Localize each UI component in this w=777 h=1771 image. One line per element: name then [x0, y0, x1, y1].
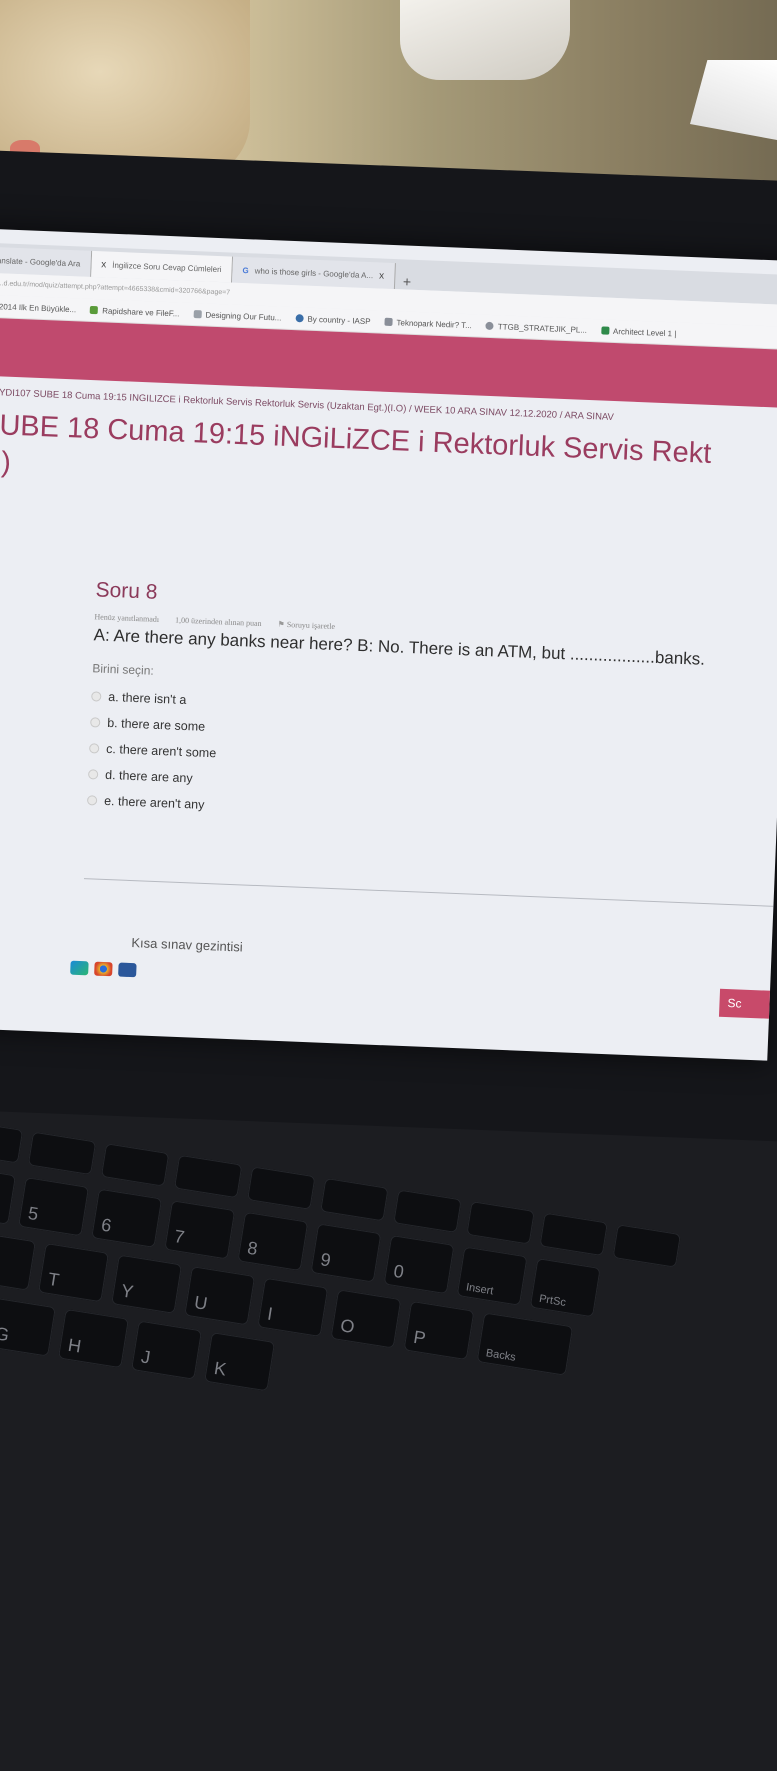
bookmark-item[interactable]: Teknopark Nedir? T... [384, 317, 472, 330]
next-page-button[interactable]: Sc [718, 988, 777, 1020]
bookmark-label: By country - IASP [307, 314, 371, 326]
keyboard-key: 6 [91, 1188, 163, 1248]
radio-button[interactable] [89, 743, 100, 754]
flag-label: Soruyu işaretle [286, 620, 336, 631]
keyboard-key: 5 [18, 1177, 90, 1237]
keyboard-key [539, 1212, 608, 1257]
bookmark-icon [600, 326, 610, 335]
keyboard-key [27, 1131, 97, 1176]
browser-tab[interactable]: x Translate - Google'da Ara [0, 245, 92, 277]
keyboard-key: K [204, 1332, 276, 1392]
question-block: Soru 8 Henüz yanıtlanmadı 1,00 üzerinden… [86, 578, 756, 839]
divider [83, 878, 777, 908]
keyboard-key: J [131, 1320, 203, 1380]
bookmark-item[interactable]: Rapidshare ve FileF... [90, 305, 180, 318]
bookmark-item[interactable]: By country - IASP [295, 314, 371, 326]
word-icon[interactable] [118, 962, 137, 978]
option-label: c. there aren't some [105, 741, 217, 761]
keyboard-key [466, 1201, 535, 1245]
tab-label: İngilizce Soru Cevap Cümleleri [112, 260, 222, 274]
keyboard-key: Backs [476, 1312, 574, 1376]
bookmark-label: TTGB_STRATEJIK_PL... [497, 321, 588, 335]
bookmark-icon [90, 305, 99, 315]
keyboard-key [0, 1120, 24, 1164]
tab-label: who is those girls - Google'da A... [254, 265, 374, 280]
question-points: 1,00 üzerinden alınan puan [174, 615, 262, 629]
radio-button[interactable] [91, 691, 102, 702]
new-tab-button[interactable]: + [395, 273, 420, 290]
radio-button[interactable] [86, 795, 98, 806]
keyboard-key: R [0, 1231, 36, 1291]
page-title-continued: O) [0, 445, 12, 479]
keyboard-key [393, 1189, 462, 1234]
keyboard-key: Insert [456, 1246, 528, 1306]
keyboard-key: 0 [383, 1234, 455, 1295]
google-icon: G [242, 265, 249, 275]
bookmark-item[interactable]: Designing Our Futu... [193, 310, 282, 323]
keyboard-key [320, 1177, 389, 1222]
tab-label: Translate - Google'da Ara [0, 255, 81, 268]
keyboard-key: 8 [237, 1211, 309, 1272]
answer-options: a. there isn't a b. there are some c. th… [86, 683, 752, 839]
flag-question-link[interactable]: ⚑ Soruyu işaretle [277, 620, 335, 631]
edge-icon[interactable] [70, 960, 89, 976]
chrome-icon[interactable] [94, 961, 113, 977]
keyboard-key: U [184, 1266, 256, 1326]
keyboard-key [612, 1224, 682, 1268]
bookmark-item[interactable]: 2014 Ilk En Büyükle... [0, 301, 76, 314]
keyboard-key [173, 1154, 243, 1199]
laptop-keyboard: 4 5 6 7 8 9 0 Insert PrtSc R T Y U I O P… [0, 1120, 777, 1771]
close-icon[interactable]: x [379, 270, 384, 281]
question-status: Henüz yanıtlanmadı [94, 612, 160, 624]
keyboard-key: Y [111, 1254, 183, 1314]
bookmark-label: Designing Our Futu... [205, 310, 282, 323]
bookmark-label: 2014 Ilk En Büyükle... [0, 301, 77, 314]
tissue [690, 60, 777, 140]
keyboard-key: 4 [0, 1165, 17, 1225]
keyboard-key: I [257, 1277, 329, 1338]
keyboard-key [247, 1166, 316, 1210]
option-label: d. there are any [104, 767, 193, 786]
bookmark-icon [485, 321, 495, 331]
bookmark-item[interactable]: Architect Level 1 | [600, 326, 677, 338]
radio-button[interactable] [90, 717, 101, 728]
keyboard-key: 9 [310, 1223, 382, 1283]
close-icon[interactable]: x [101, 259, 106, 270]
keyboard-key: O [330, 1289, 402, 1349]
option-label: a. there isn't a [108, 689, 187, 708]
radio-button[interactable] [87, 769, 99, 780]
keyboard-key: H [57, 1308, 129, 1369]
bookmark-label: Architect Level 1 | [612, 326, 677, 338]
keyboard-key: 7 [164, 1200, 236, 1260]
globe-icon [295, 314, 304, 323]
bookmark-label: Teknopark Nedir? T... [396, 317, 473, 330]
keyboard-key: P [403, 1300, 475, 1361]
bookmark-label: Rapidshare ve FileF... [102, 305, 180, 318]
keyboard-key: T [38, 1242, 110, 1303]
cloth [400, 0, 570, 80]
bookmark-icon [193, 310, 202, 319]
keyboard-key [100, 1143, 170, 1187]
taskbar [70, 960, 137, 978]
option-label: b. there are some [106, 715, 206, 734]
keyboard-key: G [0, 1297, 56, 1357]
option-label: e. there aren't any [103, 793, 205, 812]
bookmark-icon [384, 317, 393, 327]
keyboard-key: PrtSc [529, 1258, 601, 1318]
laptop-screen: x Translate - Google'da Ara x İngilizce … [0, 228, 777, 1061]
bookmark-item[interactable]: TTGB_STRATEJIK_PL... [485, 321, 588, 335]
quiz-navigation-label[interactable]: Kısa sınav gezintisi [131, 935, 243, 954]
